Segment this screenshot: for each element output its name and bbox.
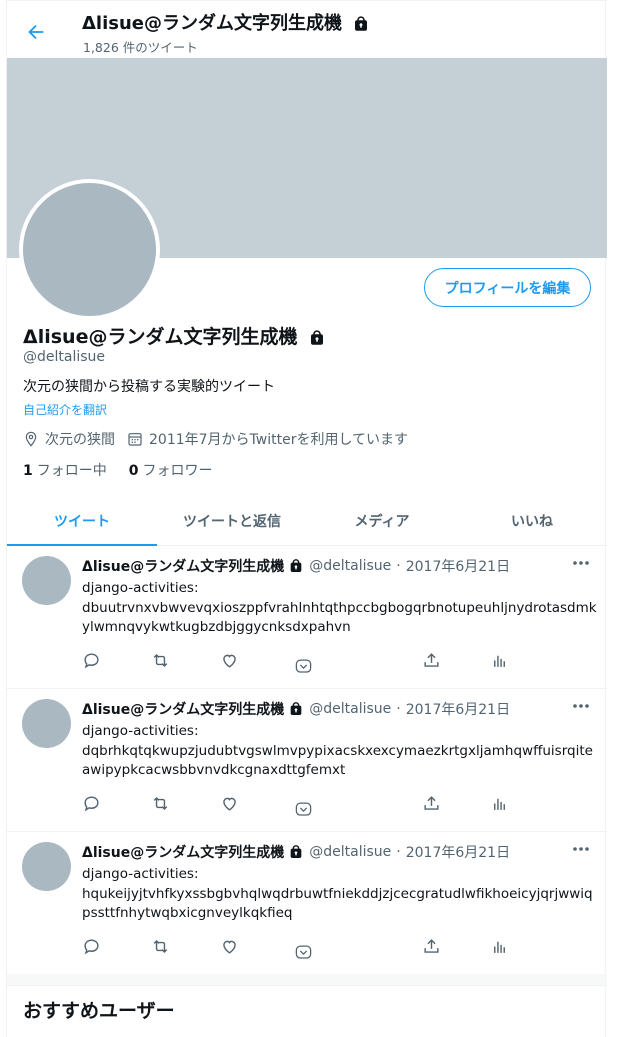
tweet-author-name[interactable]: Δlisue@ランダム文字列生成機	[82, 842, 284, 862]
lock-icon	[290, 702, 302, 715]
lock-icon	[355, 16, 368, 31]
tweet[interactable]: Δlisue@ランダム文字列生成機 @deltalisue · 2017年6月2…	[7, 689, 607, 832]
more-options-icon[interactable]	[572, 846, 590, 852]
tweet-date[interactable]: 2017年6月21日	[406, 699, 510, 719]
bookmark-icon[interactable]	[294, 657, 313, 676]
following-count: 1	[23, 463, 33, 479]
tweet-header: Δlisue@ランダム文字列生成機 @deltalisue · 2017年6月2…	[82, 842, 510, 862]
tweet-avatar[interactable]	[22, 556, 71, 605]
tweet-separator: ·	[396, 844, 401, 860]
profile-location: 次元の狭間	[45, 432, 115, 448]
share-icon[interactable]	[422, 794, 441, 813]
followers-link[interactable]: 0 フォロワー	[129, 460, 213, 480]
retweet-icon[interactable]	[151, 937, 170, 956]
tweet-author-name[interactable]: Δlisue@ランダム文字列生成機	[82, 699, 284, 719]
tweet-actions	[82, 794, 512, 816]
like-icon[interactable]	[220, 651, 239, 670]
like-icon[interactable]	[220, 794, 239, 813]
header-title-text: Δlisue@ランダム文字列生成機	[82, 13, 343, 34]
analytics-icon[interactable]	[490, 937, 509, 956]
reply-icon[interactable]	[82, 794, 101, 813]
tweet-text: django-activities: hqukeijyjtvhfkyxssbgb…	[82, 866, 593, 921]
profile-avatar[interactable]	[19, 179, 160, 320]
bookmark-icon[interactable]	[294, 800, 313, 819]
analytics-icon[interactable]	[490, 651, 509, 670]
tab-media[interactable]: メディア	[307, 497, 457, 545]
header-title: Δlisue@ランダム文字列生成機	[82, 9, 370, 35]
recommendations-section: おすすめユーザー	[7, 985, 607, 1037]
share-icon[interactable]	[422, 651, 441, 670]
lock-icon	[290, 845, 302, 858]
bookmark-icon[interactable]	[294, 943, 313, 962]
profile-joined: 2011年7月からTwitterを利用しています	[149, 432, 409, 448]
retweet-icon[interactable]	[151, 794, 170, 813]
analytics-icon[interactable]	[490, 794, 509, 813]
top-bar: Δlisue@ランダム文字列生成機 1,826 件のツイート	[7, 0, 607, 58]
more-options-icon[interactable]	[572, 703, 590, 709]
tweet-avatar[interactable]	[22, 699, 71, 748]
tab-tweets-replies[interactable]: ツイートと返信	[157, 497, 307, 545]
recommendations-title: おすすめユーザー	[23, 1000, 175, 1022]
tweet-handle: @deltalisue	[309, 844, 392, 860]
tweet-date[interactable]: 2017年6月21日	[406, 556, 510, 576]
profile-column: Δlisue@ランダム文字列生成機 1,826 件のツイート プロフィールを編集…	[6, 0, 607, 1037]
profile-name: Δlisue@ランダム文字列生成機	[23, 322, 326, 349]
tweet-count: 1,826 件のツイート	[83, 40, 198, 55]
tweet-author-name[interactable]: Δlisue@ランダム文字列生成機	[82, 556, 284, 576]
tweet-separator: ·	[396, 558, 401, 574]
lock-icon	[290, 559, 302, 572]
followers-count: 0	[128, 463, 139, 479]
tweet[interactable]: Δlisue@ランダム文字列生成機 @deltalisue · 2017年6月2…	[7, 832, 607, 975]
tweet[interactable]: Δlisue@ランダム文字列生成機 @deltalisue · 2017年6月2…	[7, 546, 607, 689]
following-label: フォロー中	[36, 463, 107, 479]
tweet-handle: @deltalisue	[309, 701, 392, 717]
follow-stats: 1 フォロー中 0 フォロワー	[23, 460, 213, 480]
calendar-icon	[128, 433, 142, 446]
tweet-avatar[interactable]	[22, 842, 71, 891]
tweet-actions	[82, 651, 512, 673]
tab-tweets[interactable]: ツイート	[7, 497, 157, 546]
location-icon	[25, 431, 37, 447]
section-divider	[7, 974, 607, 985]
edit-profile-button[interactable]: プロフィールを編集	[424, 268, 591, 307]
profile-name-text: Δlisue@ランダム文字列生成機	[23, 326, 298, 348]
profile-tabs: ツイート ツイートと返信 メディア いいね	[7, 497, 607, 546]
lock-icon	[311, 329, 324, 345]
profile-meta: 次元の狭間 2011年7月からTwitterを利用しています	[23, 429, 408, 449]
following-link[interactable]: 1 フォロー中	[23, 460, 107, 480]
like-icon[interactable]	[220, 937, 239, 956]
tweet-actions	[82, 937, 512, 959]
tweet-header: Δlisue@ランダム文字列生成機 @deltalisue · 2017年6月2…	[82, 556, 510, 576]
reply-icon[interactable]	[82, 937, 101, 956]
share-icon[interactable]	[422, 937, 441, 956]
tweet-handle: @deltalisue	[309, 558, 392, 574]
retweet-icon[interactable]	[151, 651, 170, 670]
tweet-separator: ·	[396, 701, 401, 717]
reply-icon[interactable]	[82, 651, 101, 670]
more-options-icon[interactable]	[572, 560, 590, 566]
back-arrow-icon[interactable]	[25, 21, 47, 43]
tweet-date[interactable]: 2017年6月21日	[406, 842, 510, 862]
profile-bio: 次元の狭間から投稿する実験的ツイート	[23, 379, 275, 395]
followers-label: フォロワー	[142, 463, 213, 479]
profile-handle: @deltalisue	[23, 349, 106, 365]
tab-likes[interactable]: いいね	[457, 497, 607, 545]
tweet-text: django-activities: dbuutrvnxvbwvevqxiosz…	[82, 580, 597, 635]
tweet-header: Δlisue@ランダム文字列生成機 @deltalisue · 2017年6月2…	[82, 699, 510, 719]
translate-bio-link[interactable]: 自己紹介を翻訳	[23, 401, 107, 418]
tweet-text: django-activities: dqbrhkqtqkwupzjudubtv…	[82, 723, 593, 778]
